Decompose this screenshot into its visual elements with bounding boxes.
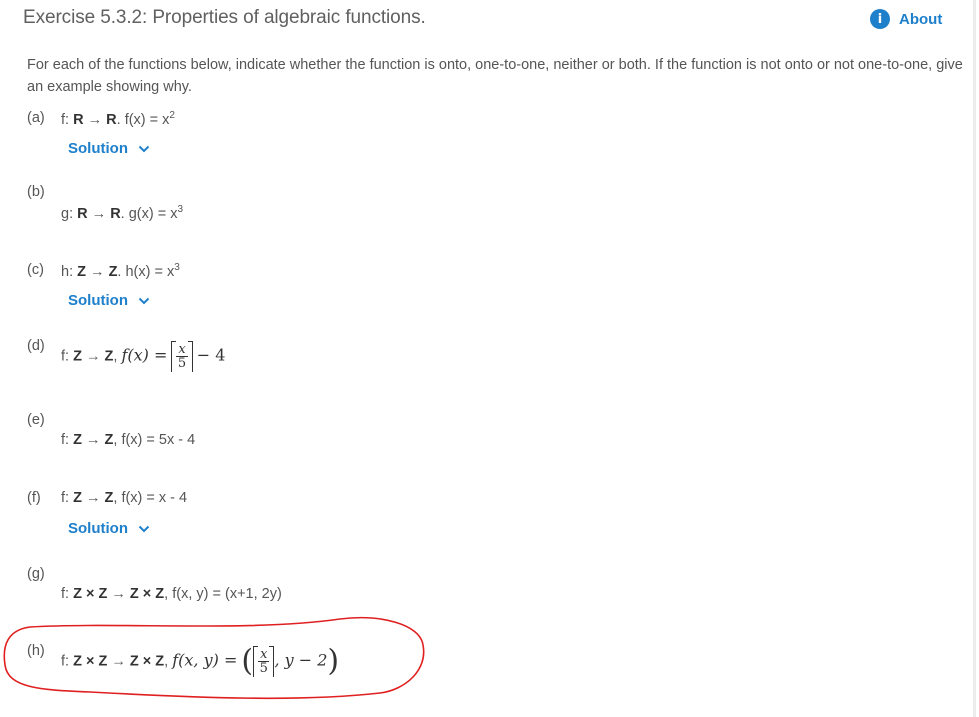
item-statement-f: f: Z → Z, f(x) = x - 4: [61, 490, 188, 506]
solution-label: Solution: [68, 140, 128, 157]
formula: h(x) = x: [125, 263, 175, 280]
exercise-instructions: For each of the functions below, indicat…: [27, 57, 963, 95]
function-name: f: [61, 432, 66, 448]
item-label-e: (e): [27, 412, 45, 428]
function-name: h: [61, 263, 70, 280]
codomain: Z: [104, 490, 114, 506]
red-circle-annotation: [3, 616, 425, 700]
domain: Z: [77, 263, 86, 280]
codomain: Z: [104, 348, 114, 365]
exercise-page: Exercise 5.3.2: Properties of algebraic …: [0, 0, 976, 717]
item-statement-d: f: Z → Z, f(x) = x5 − 4: [61, 341, 226, 372]
codomain: R: [110, 205, 121, 222]
item-label-g: (g): [27, 566, 45, 582]
function-name: f: [61, 586, 66, 602]
denominator: 5: [177, 356, 187, 371]
item-statement-e: f: Z → Z, f(x) = 5x - 4: [61, 432, 196, 448]
about-label: About: [899, 10, 943, 28]
math-lhs: f(x) =: [121, 345, 168, 365]
formula: f(x) = x: [124, 111, 170, 128]
solution-label: Solution: [68, 520, 128, 537]
formula: f(x) = 5x - 4: [121, 432, 196, 448]
scrollbar-track[interactable]: [973, 0, 976, 717]
item-statement-b: g: R → R. g(x) = x3: [61, 204, 184, 222]
function-name: f: [61, 348, 66, 365]
fraction: x5: [176, 342, 188, 371]
exercise-title: Exercise 5.3.2: Properties of algebraic …: [23, 7, 426, 28]
math-tail: − 4: [196, 345, 226, 365]
formula: f(x, y) = (x+1, 2y): [172, 586, 282, 602]
domain: R: [77, 205, 88, 222]
solution-toggle-a[interactable]: Solution: [68, 140, 150, 157]
info-icon: i: [870, 9, 890, 29]
item-label-c: (c): [27, 262, 44, 278]
chevron-down-icon: [138, 145, 150, 152]
item-label-b: (b): [27, 184, 45, 200]
domain: Z × Z: [73, 586, 108, 602]
item-label-f: (f): [27, 490, 41, 506]
codomain: Z: [104, 432, 114, 448]
chevron-down-icon: [138, 525, 150, 532]
domain: Z: [73, 348, 82, 365]
codomain: Z × Z: [129, 586, 165, 602]
domain: Z: [73, 432, 82, 448]
solution-toggle-f[interactable]: Solution: [68, 520, 150, 537]
formula: g(x) = x: [128, 205, 178, 222]
numerator: x: [176, 342, 188, 357]
function-name: f: [61, 111, 66, 128]
exponent: 3: [174, 262, 180, 273]
item-statement-g: f: Z × Z → Z × Z, f(x, y) = (x+1, 2y): [61, 586, 282, 602]
item-label-a: (a): [27, 110, 45, 126]
domain: R: [73, 111, 84, 128]
solution-toggle-c[interactable]: Solution: [68, 292, 150, 309]
about-button[interactable]: i About: [870, 9, 942, 29]
codomain: Z: [108, 263, 118, 280]
solution-label: Solution: [68, 292, 128, 309]
exponent: 3: [177, 204, 184, 215]
item-label-d: (d): [27, 338, 45, 354]
ceiling-expression: x5: [171, 341, 193, 372]
formula: f(x) = x - 4: [121, 490, 188, 506]
function-name: g: [61, 205, 70, 222]
item-statement-a: f: R → R. f(x) = x2: [61, 110, 175, 128]
item-statement-c: h: Z → Z. h(x) = x3: [61, 262, 180, 280]
function-name: f: [61, 490, 66, 506]
codomain: R: [106, 111, 117, 128]
chevron-down-icon: [138, 297, 150, 304]
exponent: 2: [169, 110, 175, 121]
domain: Z: [73, 490, 82, 506]
